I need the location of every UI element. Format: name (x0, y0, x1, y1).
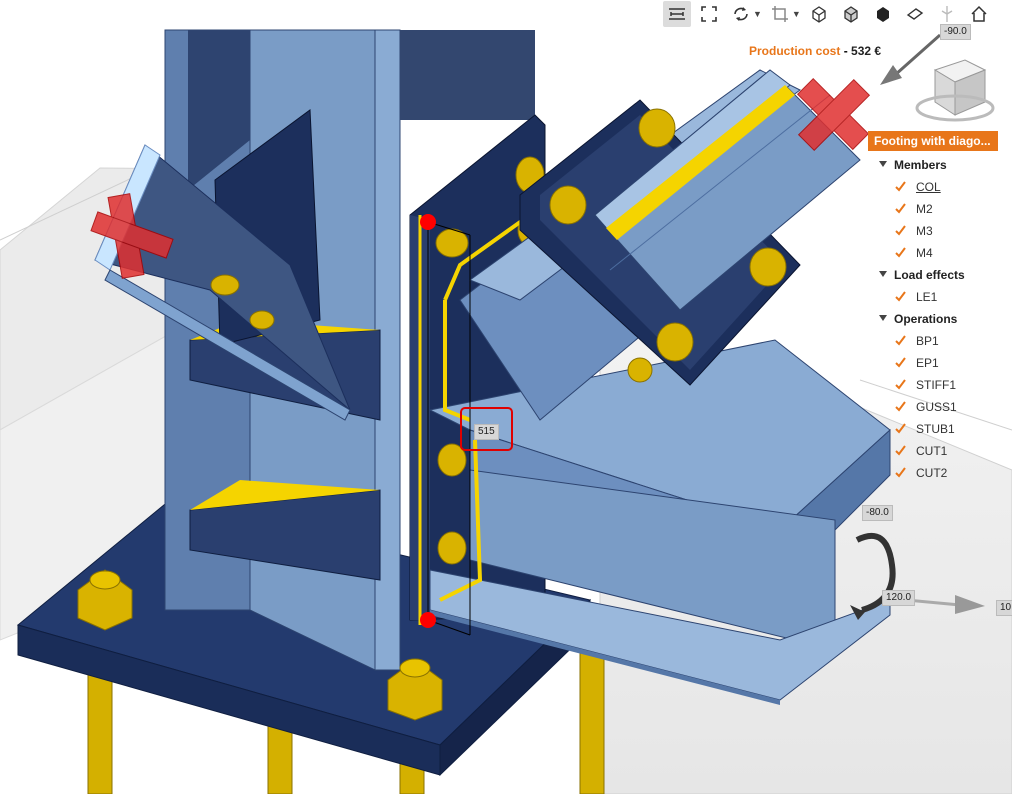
tree-item-le1[interactable]: LE1 (876, 286, 1012, 308)
zoom-fit-button[interactable] (695, 1, 723, 27)
collapse-triangle-icon[interactable] (879, 315, 887, 321)
tree-item-stiff1[interactable]: STIFF1 (876, 374, 1012, 396)
joint-model-render[interactable] (0, 0, 1012, 794)
chevron-down-icon[interactable]: ▼ (792, 9, 801, 19)
tree-item-m4[interactable]: M4 (876, 242, 1012, 264)
rotate-button[interactable] (727, 1, 755, 27)
check-icon[interactable] (894, 334, 907, 347)
gizmo-angle-label[interactable]: 120.0 (882, 590, 916, 606)
check-icon[interactable] (894, 400, 907, 413)
check-icon[interactable] (894, 466, 907, 479)
dimension-label[interactable]: 515 (474, 424, 499, 440)
rotate-icon (734, 7, 748, 21)
check-icon[interactable] (894, 422, 907, 435)
tree-item-cut1[interactable]: CUT1 (876, 440, 1012, 462)
eraser-icon (906, 8, 924, 20)
tree-item-m3[interactable]: M3 (876, 220, 1012, 242)
tree-item-cut2[interactable]: CUT2 (876, 462, 1012, 484)
production-cost: Production cost - 532 € (749, 44, 881, 58)
measure-icon (669, 8, 685, 20)
tree-item-ep1[interactable]: EP1 (876, 352, 1012, 374)
cost-value: 532 € (851, 44, 882, 58)
home-view-button[interactable] (965, 1, 993, 27)
collapse-triangle-icon[interactable] (879, 271, 887, 277)
check-icon[interactable] (894, 356, 907, 369)
check-icon[interactable] (894, 290, 907, 303)
chevron-down-icon[interactable]: ▼ (753, 9, 762, 19)
tree-item-stub1[interactable]: STUB1 (876, 418, 1012, 440)
crop-icon (771, 6, 788, 22)
transparent-cube-icon (844, 6, 858, 23)
tree-group-members[interactable]: Members (876, 154, 1012, 176)
collapse-triangle-icon[interactable] (879, 161, 887, 167)
check-icon[interactable] (894, 378, 907, 391)
cost-separator: - (843, 44, 848, 58)
check-icon[interactable] (894, 444, 907, 457)
gizmo-right-label[interactable]: 10 (996, 600, 1012, 616)
3d-viewport[interactable]: 515 -90.0 -80.0 120.0 10 (0, 0, 1012, 794)
solid-cube-icon (876, 7, 889, 22)
cost-label: Production cost (749, 44, 841, 58)
measure-button[interactable] (663, 1, 691, 27)
check-icon[interactable] (894, 180, 907, 193)
check-icon[interactable] (894, 202, 907, 215)
tree-item-col[interactable]: COL (876, 176, 1012, 198)
tree-item-guss1[interactable]: GUSS1 (876, 396, 1012, 418)
section-icon (941, 6, 953, 22)
tree-group-operations[interactable]: Operations (876, 308, 1012, 330)
section-button[interactable] (933, 1, 961, 27)
solid-view-button[interactable] (869, 1, 897, 27)
zoom-fit-icon (701, 6, 717, 22)
tree-group-load-effects[interactable]: Load effects (876, 264, 1012, 286)
transparent-view-button[interactable] (837, 1, 865, 27)
check-icon[interactable] (894, 224, 907, 237)
model-tree: Members COL M2 M3 M4 Load effects LE1 Op… (876, 154, 1012, 484)
check-icon[interactable] (894, 246, 907, 259)
gizmo-rotation-label[interactable]: -80.0 (862, 505, 893, 521)
tree-item-bp1[interactable]: BP1 (876, 330, 1012, 352)
tree-item-m2[interactable]: M2 (876, 198, 1012, 220)
crop-button[interactable] (766, 1, 794, 27)
wireframe-view-button[interactable] (805, 1, 833, 27)
view-toolbar: ▼ ▼ (663, 0, 993, 28)
project-name-badge[interactable]: Footing with diago... (868, 131, 998, 151)
eraser-button[interactable] (901, 1, 929, 27)
wireframe-cube-icon (812, 6, 826, 23)
home-icon (971, 5, 987, 22)
